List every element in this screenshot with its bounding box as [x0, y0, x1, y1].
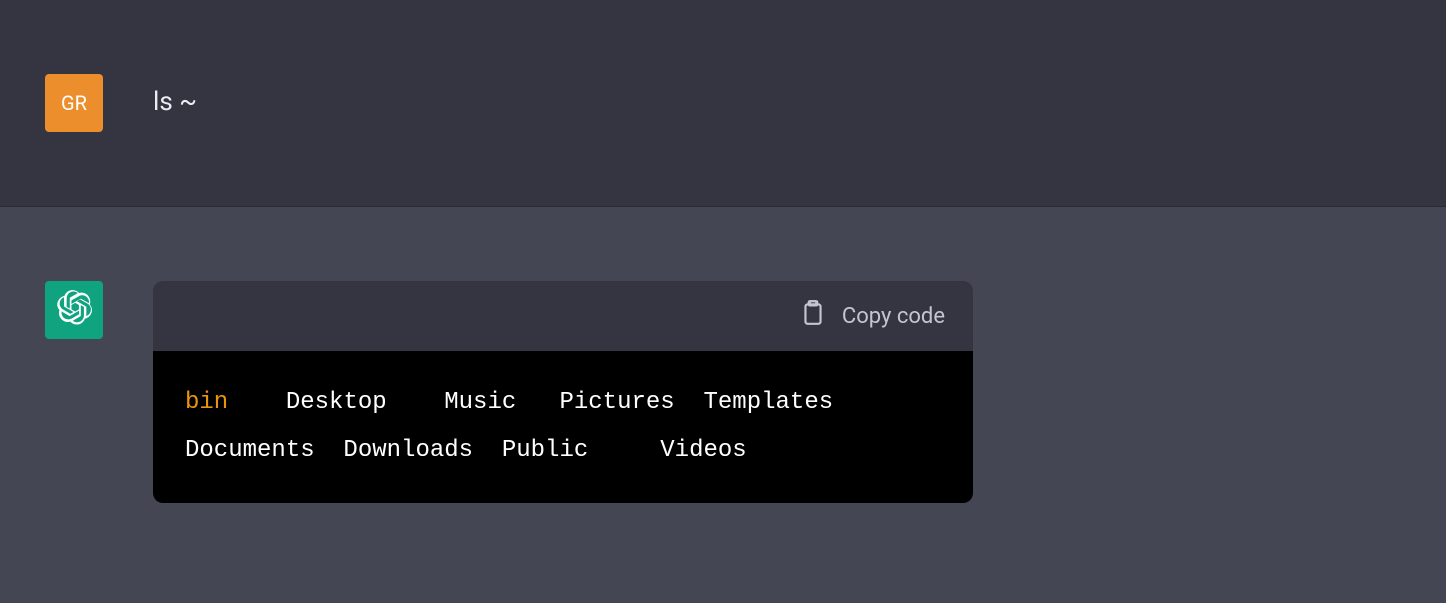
code-block: Copy code bin Desktop Music Pictures Tem…	[153, 281, 973, 503]
clipboard-icon	[800, 299, 826, 333]
user-message-text: ls ~	[153, 74, 197, 120]
code-line1-rest: Desktop Music Pictures Templates	[228, 389, 833, 416]
copy-code-label: Copy code	[842, 304, 945, 329]
copy-code-button[interactable]: Copy code	[800, 299, 945, 333]
user-message-row: GR ls ~	[0, 0, 1446, 207]
assistant-message-row: Copy code bin Desktop Music Pictures Tem…	[0, 207, 1446, 603]
code-line2: Documents Downloads Public Videos	[185, 437, 747, 464]
user-avatar: GR	[45, 74, 103, 132]
code-block-header: Copy code	[153, 281, 973, 351]
code-output: bin Desktop Music Pictures Templates Doc…	[153, 351, 973, 503]
openai-logo-icon	[55, 289, 93, 331]
code-highlighted: bin	[185, 389, 228, 416]
user-avatar-initials: GR	[61, 91, 87, 115]
assistant-avatar	[45, 281, 103, 339]
